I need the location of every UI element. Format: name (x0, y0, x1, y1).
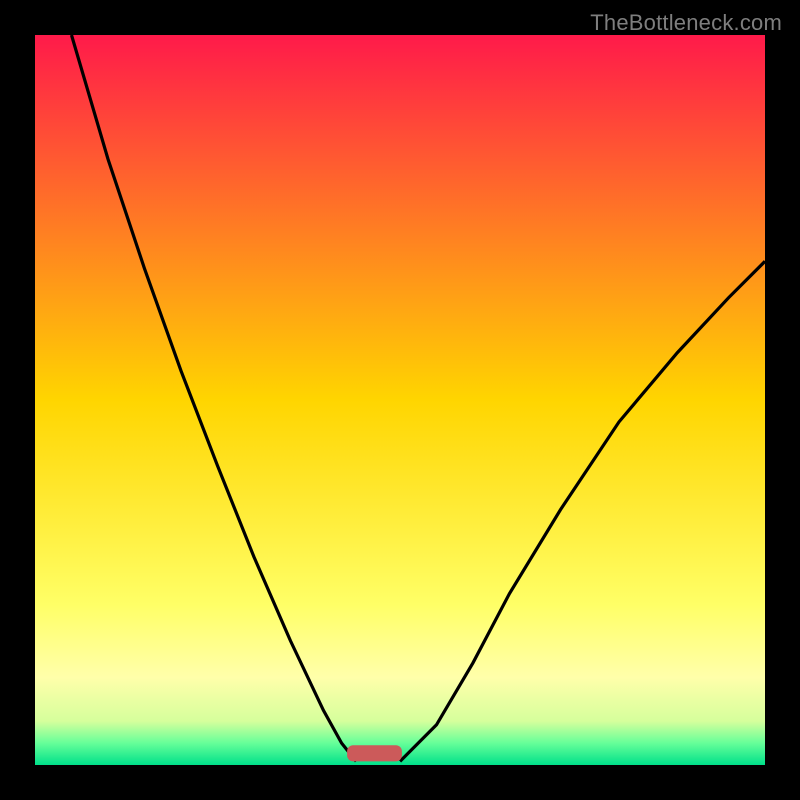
chart-svg (35, 35, 765, 765)
watermark-text: TheBottleneck.com (590, 10, 782, 36)
gradient-background (35, 35, 765, 765)
bottleneck-chart (35, 35, 765, 765)
optimum-marker (347, 745, 402, 761)
